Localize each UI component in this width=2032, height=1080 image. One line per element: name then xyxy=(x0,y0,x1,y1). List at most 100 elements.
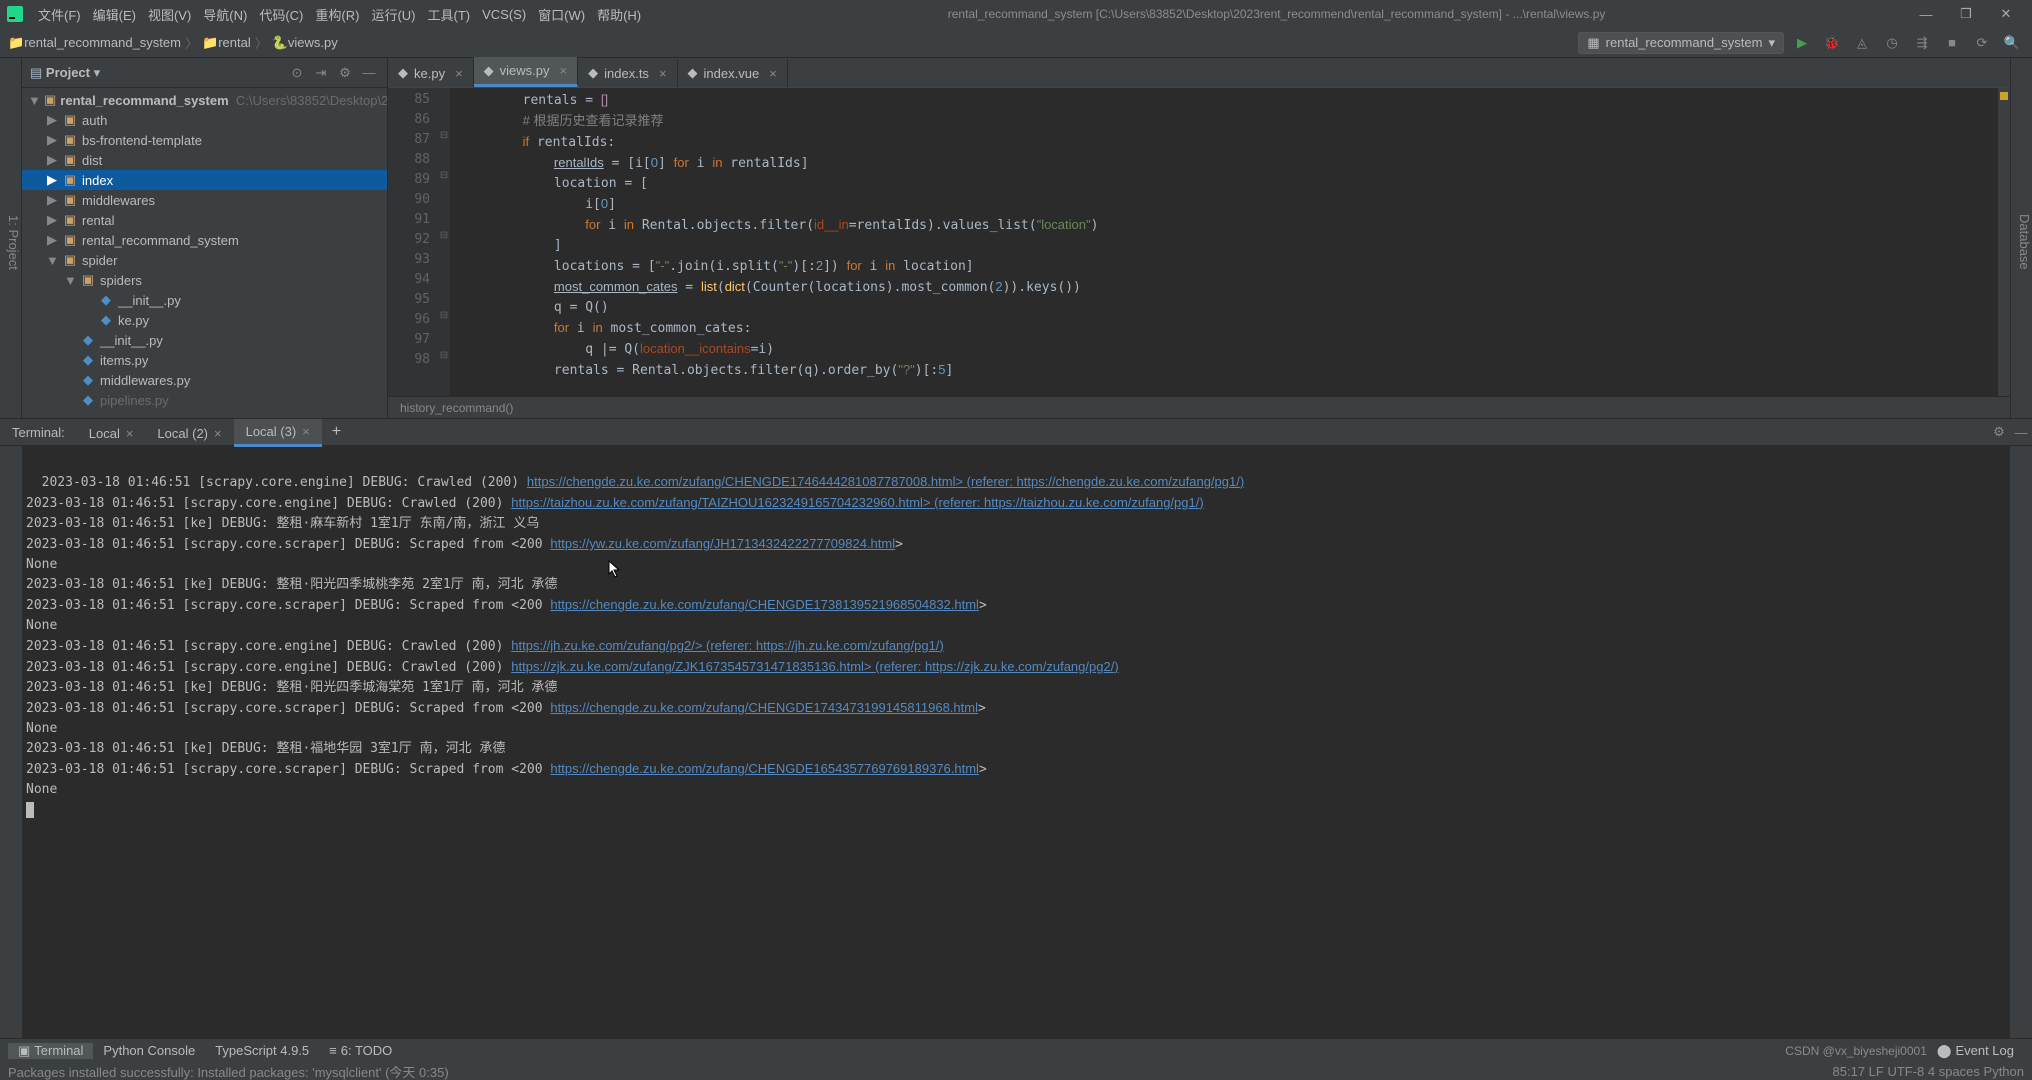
left-stripe-lower[interactable] xyxy=(0,446,22,1038)
tree-arrow[interactable]: ▼ xyxy=(46,253,58,268)
menu-file[interactable]: 文件(F) xyxy=(32,5,87,24)
hide-icon[interactable]: — xyxy=(359,65,379,80)
line-number-gutter[interactable]: 8586878889909192939495969798 xyxy=(388,88,438,396)
error-stripe[interactable] xyxy=(1998,88,2010,396)
tree-arrow[interactable]: ▶ xyxy=(46,192,58,208)
url-link[interactable]: https://chengde.zu.ke.com/zufang/pg1/ xyxy=(1017,474,1240,489)
debug-button[interactable]: 🐞 xyxy=(1820,31,1844,55)
concurrency-button[interactable]: ⇶ xyxy=(1910,31,1934,55)
close-tab-icon[interactable]: × xyxy=(769,66,777,81)
code-area[interactable]: rentals = [] # 根据历史查看记录推荐 if rentalIds: … xyxy=(450,88,2010,396)
menu-refactor[interactable]: 重构(R) xyxy=(309,5,365,24)
minimize-button[interactable]: — xyxy=(1906,7,1946,22)
tree-arrow[interactable]: ▶ xyxy=(46,212,58,228)
fold-gutter[interactable]: ⊟⊟⊟⊟⊟ xyxy=(438,88,450,396)
project-tree[interactable]: ▼ ▣ rental_recommand_system C:\Users\838… xyxy=(22,88,387,418)
tree-arrow[interactable]: ▼ xyxy=(64,273,76,288)
menu-navigate[interactable]: 导航(N) xyxy=(197,5,253,24)
toolwindow-button[interactable]: TypeScript 4.9.5 xyxy=(205,1043,319,1059)
url-link[interactable]: https://jh.zu.ke.com/zufang/pg2/> (refer… xyxy=(511,638,944,653)
run-button[interactable]: ▶ xyxy=(1790,31,1814,55)
tree-arrow[interactable] xyxy=(64,353,76,368)
editor-tab[interactable]: ◆views.py× xyxy=(474,57,578,87)
url-link[interactable]: https://chengde.zu.ke.com/zufang/CHENGDE… xyxy=(550,700,978,715)
menu-edit[interactable]: 编辑(E) xyxy=(87,5,142,24)
menu-vcs[interactable]: VCS(S) xyxy=(476,7,532,22)
close-tab-icon[interactable]: × xyxy=(455,66,463,81)
url-link[interactable]: https://chengde.zu.ke.com/zufang/CHENGDE… xyxy=(527,474,1244,489)
tree-node[interactable]: ▼▣spiders xyxy=(22,270,387,290)
editor-tab[interactable]: ◆ke.py× xyxy=(388,59,474,87)
terminal-output[interactable]: 2023-03-18 01:46:51 [scrapy.core.engine]… xyxy=(22,446,2010,1038)
url-link[interactable]: https://zjk.zu.ke.com/zufang/ZJK16735457… xyxy=(511,659,1118,674)
editor-tab[interactable]: ◆index.ts× xyxy=(578,59,677,87)
status-right[interactable]: 85:17 LF UTF-8 4 spaces Python xyxy=(1833,1064,2024,1079)
profile-button[interactable]: ◷ xyxy=(1880,31,1904,55)
breadcrumb[interactable]: 📁 rental_recommand_system 〉 📁 rental 〉 🐍… xyxy=(8,33,338,52)
right-toolwindow-stripe[interactable]: DatabaseSciView xyxy=(2010,58,2032,418)
right-stripe-lower[interactable] xyxy=(2010,446,2032,1038)
tree-node[interactable]: ◆pipelines.py xyxy=(22,390,387,410)
tree-arrow[interactable]: ▶ xyxy=(46,132,58,148)
tree-node[interactable]: ▶▣bs-frontend-template xyxy=(22,130,387,150)
locate-icon[interactable]: ⊙ xyxy=(287,65,307,81)
menu-help[interactable]: 帮助(H) xyxy=(591,5,647,24)
crumb-file[interactable]: views.py xyxy=(288,35,338,50)
tree-arrow[interactable]: ▶ xyxy=(46,172,58,188)
tree-arrow[interactable]: ▶ xyxy=(46,152,58,168)
close-button[interactable]: ✕ xyxy=(1986,6,2026,22)
close-icon[interactable]: × xyxy=(214,426,222,441)
tree-root[interactable]: ▼ ▣ rental_recommand_system C:\Users\838… xyxy=(22,90,387,110)
tree-node[interactable]: ▶▣rental xyxy=(22,210,387,230)
menu-window[interactable]: 窗口(W) xyxy=(532,5,591,24)
tree-arrow[interactable] xyxy=(64,393,76,408)
url-link[interactable]: https://chengde.zu.ke.com/zufang/CHENGDE… xyxy=(550,597,979,612)
event-log-button[interactable]: ⬤ Event Log xyxy=(1927,1043,2024,1059)
menu-code[interactable]: 代码(C) xyxy=(253,5,309,24)
left-toolwindow-stripe[interactable]: 1: Project xyxy=(0,58,22,418)
toolwindow-button[interactable]: ≡6: TODO xyxy=(319,1043,402,1059)
add-terminal-button[interactable]: + xyxy=(322,423,351,441)
update-button[interactable]: ⟳ xyxy=(1970,31,1994,55)
editor-tab[interactable]: ◆index.vue× xyxy=(678,59,788,87)
tree-node[interactable]: ◆middlewares.py xyxy=(22,370,387,390)
tree-arrow[interactable] xyxy=(82,313,94,328)
terminal-hide-icon[interactable]: — xyxy=(2010,425,2032,440)
url-link[interactable]: https://taizhou.zu.ke.com/zufang/TAIZHOU… xyxy=(511,495,1203,510)
maximize-button[interactable]: ❐ xyxy=(1946,6,1986,22)
chevron-down-icon[interactable]: ▼ xyxy=(28,93,40,108)
collapse-icon[interactable]: ⇥ xyxy=(311,65,331,81)
close-icon[interactable]: × xyxy=(126,426,134,441)
terminal-tab[interactable]: Local (3)× xyxy=(234,419,322,447)
tree-node[interactable]: ◆__init__.py xyxy=(22,330,387,350)
url-link[interactable]: https://chengde.zu.ke.com/zufang/CHENGDE… xyxy=(550,761,979,776)
settings-icon[interactable]: ⚙ xyxy=(335,65,355,81)
tree-arrow[interactable] xyxy=(64,333,76,348)
close-tab-icon[interactable]: × xyxy=(659,66,667,81)
url-link[interactable]: https://taizhou.zu.ke.com/zufang/pg1/ xyxy=(984,495,1199,510)
tree-node[interactable]: ▼▣spider xyxy=(22,250,387,270)
tree-node[interactable]: ◆ke.py xyxy=(22,310,387,330)
tree-node[interactable]: ▶▣index xyxy=(22,170,387,190)
close-icon[interactable]: × xyxy=(302,424,310,439)
project-panel-title[interactable]: Project xyxy=(46,65,90,80)
warning-mark[interactable] xyxy=(2000,92,2008,100)
tree-arrow[interactable]: ▶ xyxy=(46,232,58,248)
coverage-button[interactable]: ◬ xyxy=(1850,31,1874,55)
editor-breadcrumb[interactable]: history_recommand() xyxy=(388,396,2010,418)
url-link[interactable]: https://jh.zu.ke.com/zufang/pg1/ xyxy=(756,638,940,653)
crumb-root[interactable]: rental_recommand_system xyxy=(24,35,181,50)
tree-node[interactable]: ▶▣rental_recommand_system xyxy=(22,230,387,250)
terminal-settings-icon[interactable]: ⚙ xyxy=(1988,424,2010,440)
url-link[interactable]: https://yw.zu.ke.com/zufang/JH1713432422… xyxy=(550,536,895,551)
tree-arrow[interactable] xyxy=(82,293,94,308)
close-tab-icon[interactable]: × xyxy=(560,63,568,78)
toolwindow-button[interactable]: Python Console xyxy=(93,1043,205,1059)
terminal-tab[interactable]: Local× xyxy=(77,419,146,447)
menu-tools[interactable]: 工具(T) xyxy=(421,5,476,24)
crumb-rental[interactable]: rental xyxy=(218,35,251,50)
tree-arrow[interactable] xyxy=(64,373,76,388)
tree-node[interactable]: ◆__init__.py xyxy=(22,290,387,310)
tree-node[interactable]: ▶▣auth xyxy=(22,110,387,130)
menu-run[interactable]: 运行(U) xyxy=(365,5,421,24)
